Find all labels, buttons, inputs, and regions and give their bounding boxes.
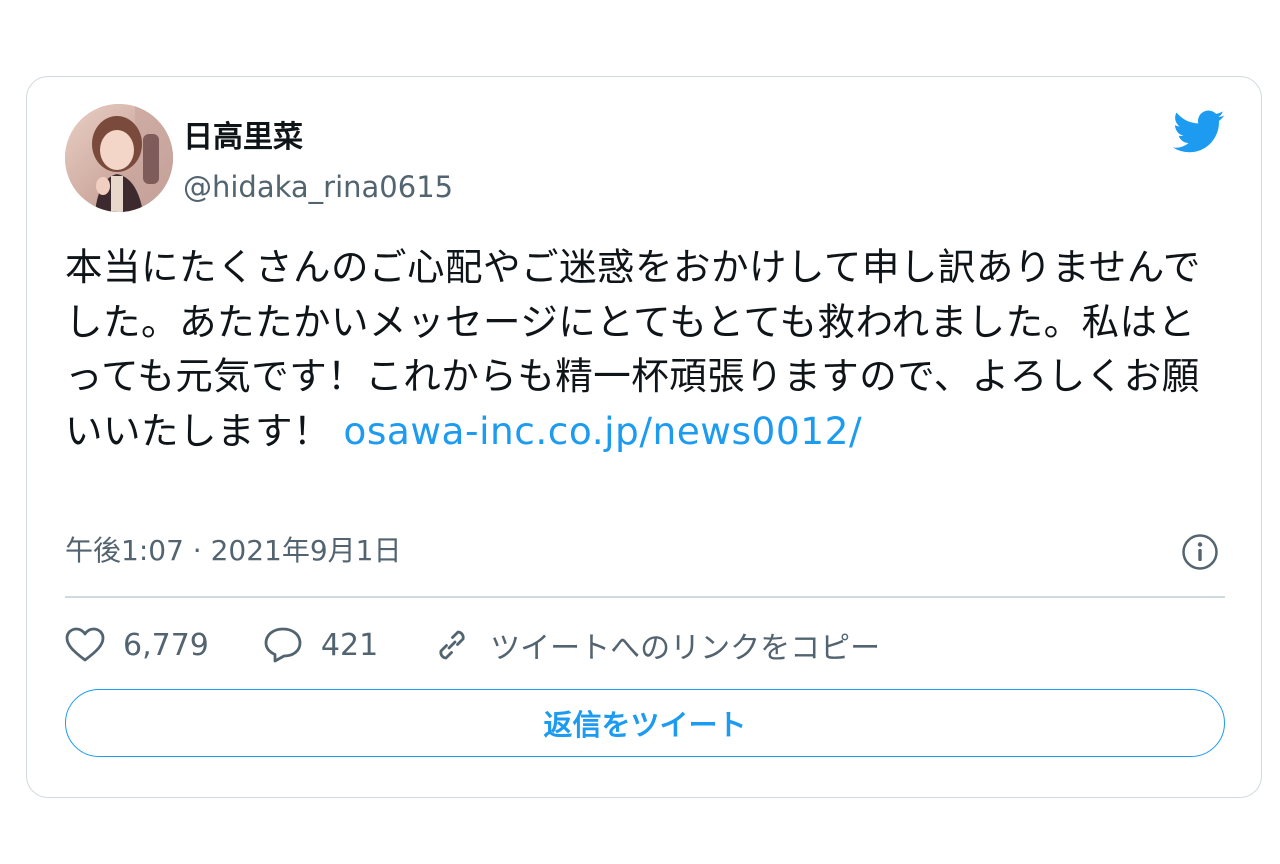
avatar-image [65, 104, 173, 212]
tweet-actions: 6,779 421 ツイートへのリンクをコピー [65, 623, 934, 667]
reply-tweet-button[interactable]: 返信をツイート [65, 689, 1225, 757]
reply-tweet-label: 返信をツイート [543, 708, 747, 742]
like-count: 6,779 [123, 627, 209, 663]
reply-count-button[interactable]: 421 [263, 626, 378, 664]
info-icon[interactable] [1181, 533, 1219, 571]
author-handle[interactable]: @hidaka_rina0615 [183, 169, 453, 205]
heart-icon [65, 627, 105, 662]
tweet-card: 日高里菜 @hidaka_rina0615 本当にたくさんのご心配やご迷惑をおか… [26, 76, 1262, 798]
twitter-bird-icon[interactable] [1173, 110, 1225, 154]
avatar[interactable] [65, 104, 173, 212]
author-display-name[interactable]: 日高里菜 [183, 120, 303, 156]
tweet-timestamp[interactable]: 午後1:07 · 2021年9月1日 [65, 533, 401, 569]
tweet-link[interactable]: osawa-inc.co.jp/news0012/ [343, 409, 862, 453]
tweet-text: 本当にたくさんのご心配やご迷惑をおかけして申し訳ありませんでした。あたたかいメッ… [65, 240, 1225, 458]
speech-bubble-icon [264, 627, 302, 663]
copy-link-label: ツイートへのリンクをコピー [490, 631, 881, 666]
reply-count: 421 [320, 627, 379, 663]
divider [65, 596, 1225, 598]
link-icon [439, 630, 465, 660]
copy-link-button[interactable]: ツイートへのリンクをコピー [432, 623, 880, 667]
like-button[interactable]: 6,779 [65, 627, 209, 663]
